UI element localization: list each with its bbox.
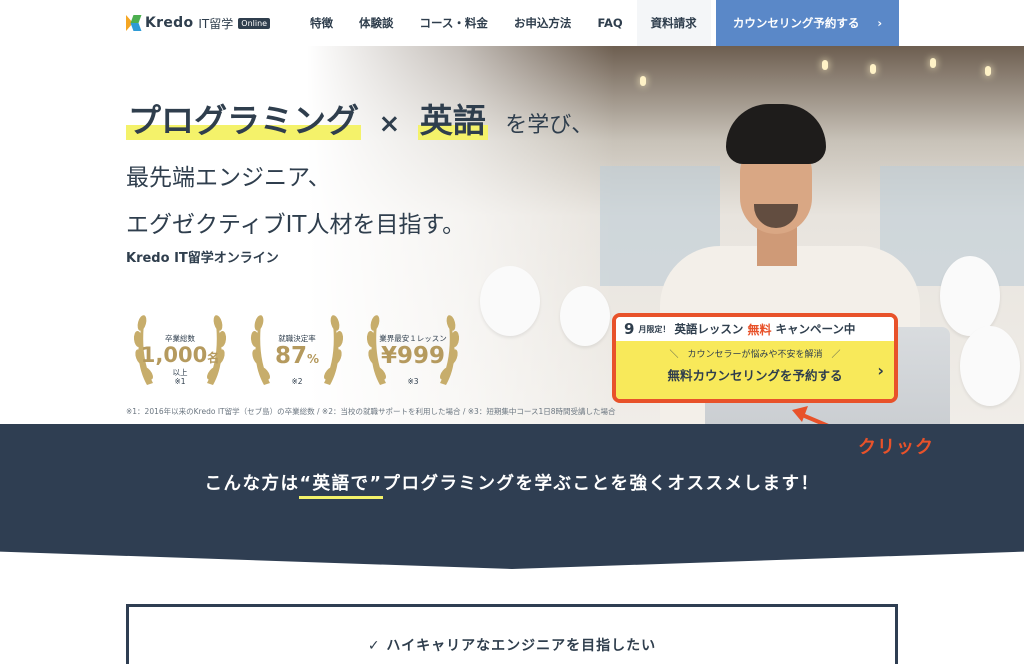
chair (940, 256, 1000, 336)
logo-sub: IT留学 (198, 16, 234, 31)
chair (480, 266, 540, 336)
main-nav: 特徴 体験談 コース・料金 お申込方法 FAQ 資料請求 (310, 0, 711, 46)
checklist-card: ✓ ハイキャリアなエンジニアを目指したい (126, 604, 898, 664)
ceiling-light (930, 58, 936, 68)
checklist-item: ✓ ハイキャリアなエンジニアを目指したい (367, 638, 657, 654)
logo-badge: Online (238, 17, 271, 29)
chair (560, 286, 610, 346)
campaign-cta-box[interactable]: 9 月限定！ 英語レッスン 無料 キャンペーン中 ＼ カウンセラーが悩みや不安を… (612, 313, 898, 403)
campaign-note: ＼ カウンセラーが悩みや不安を解消 ／ (669, 350, 841, 360)
person-hair (726, 104, 826, 164)
ceiling-light (870, 64, 876, 74)
counseling-cta-button[interactable]: カウンセリング予約する › (716, 0, 899, 46)
award-unit: 名 (207, 351, 220, 365)
award-note: ※1 (174, 377, 186, 386)
award-value: 1,000名 (125, 343, 235, 367)
campaign-button[interactable]: ＼ カウンセラーが悩みや不安を解消 ／ 無料カウンセリングを予約する › (616, 341, 894, 399)
award-graduates: 卒業総数 1,000名 以上 ※1 (125, 297, 235, 397)
recommend-text-a: こんな方は (204, 474, 300, 494)
campaign-text: キャンペーン中 (775, 322, 856, 336)
site-header: Kredo IT留学 Online 特徴 体験談 コース・料金 お申込方法 FA… (0, 0, 1024, 46)
award-note: ※2 (291, 377, 303, 386)
nav-testimonials[interactable]: 体験談 (359, 15, 394, 31)
nav-apply[interactable]: お申込方法 (514, 15, 572, 31)
headline-programming: プログラミング (126, 101, 361, 140)
nav-faq[interactable]: FAQ (597, 16, 622, 30)
person-head (726, 104, 826, 244)
nav-courses[interactable]: コース・料金 (420, 15, 488, 31)
award-number: 87 (274, 343, 307, 369)
campaign-free: 無料 (747, 322, 772, 337)
recommend-text-b: プログラミングを学ぶことを強くオススメします！ (382, 474, 820, 494)
campaign-month: 9 (624, 320, 635, 338)
chair (960, 326, 1020, 406)
headline-line-3: エグゼクティブIT人材を目指す。 (126, 212, 466, 238)
campaign-header: 9 月限定！ 英語レッスン 無料 キャンペーン中 (616, 317, 894, 341)
ceiling-light (640, 76, 646, 86)
headline-line-1: プログラミング × 英語 を学び、 (126, 94, 593, 142)
chevron-right-icon: › (877, 361, 884, 380)
nav-brochure[interactable]: 資料請求 (636, 0, 711, 46)
awards-footnote: ※1：2016年以来のKredo IT留学（セブ島）の卒業総数 / ※2：当校の… (126, 407, 616, 416)
ceiling-light (985, 66, 991, 76)
headline-learn: を学び、 (505, 113, 594, 138)
campaign-limited: 月限定！ (638, 324, 671, 334)
logo-text: Kredo (145, 15, 194, 31)
headline-line-2: 最先端エンジニア、 (126, 165, 331, 191)
hero-subtitle: Kredo IT留学オンライン (126, 251, 279, 266)
award-value: 87% (242, 343, 352, 369)
chevron-right-icon: › (877, 16, 883, 30)
award-number: 1,000 (140, 343, 208, 367)
kredo-logo-icon (126, 15, 142, 31)
nav-features[interactable]: 特徴 (310, 15, 333, 31)
counseling-cta-label: カウンセリング予約する (732, 16, 860, 30)
click-annotation: クリック (858, 437, 934, 458)
award-unit: % (306, 352, 320, 366)
award-value: ¥999 (358, 343, 468, 369)
ceiling-light (822, 60, 828, 70)
award-employment: 就職決定率 87% ※2 (242, 297, 352, 397)
free-counseling-button-label: 無料カウンセリングを予約する (667, 368, 843, 383)
award-lesson-price: 業界最安１レッスン ¥999 ※3 (358, 297, 468, 397)
recommend-text-underlined: “英語で” (299, 474, 383, 499)
award-note: ※3 (407, 377, 419, 386)
campaign-lesson: 英語レッスン (674, 322, 744, 336)
headline-times: × (378, 109, 401, 139)
recommend-heading: こんな方は“英語で”プログラミングを学ぶことを強くオススメします！ (0, 470, 1024, 499)
logo[interactable]: Kredo IT留学 Online (126, 14, 271, 32)
award-number: ¥999 (380, 343, 445, 369)
headline-english: 英語 (417, 101, 488, 140)
